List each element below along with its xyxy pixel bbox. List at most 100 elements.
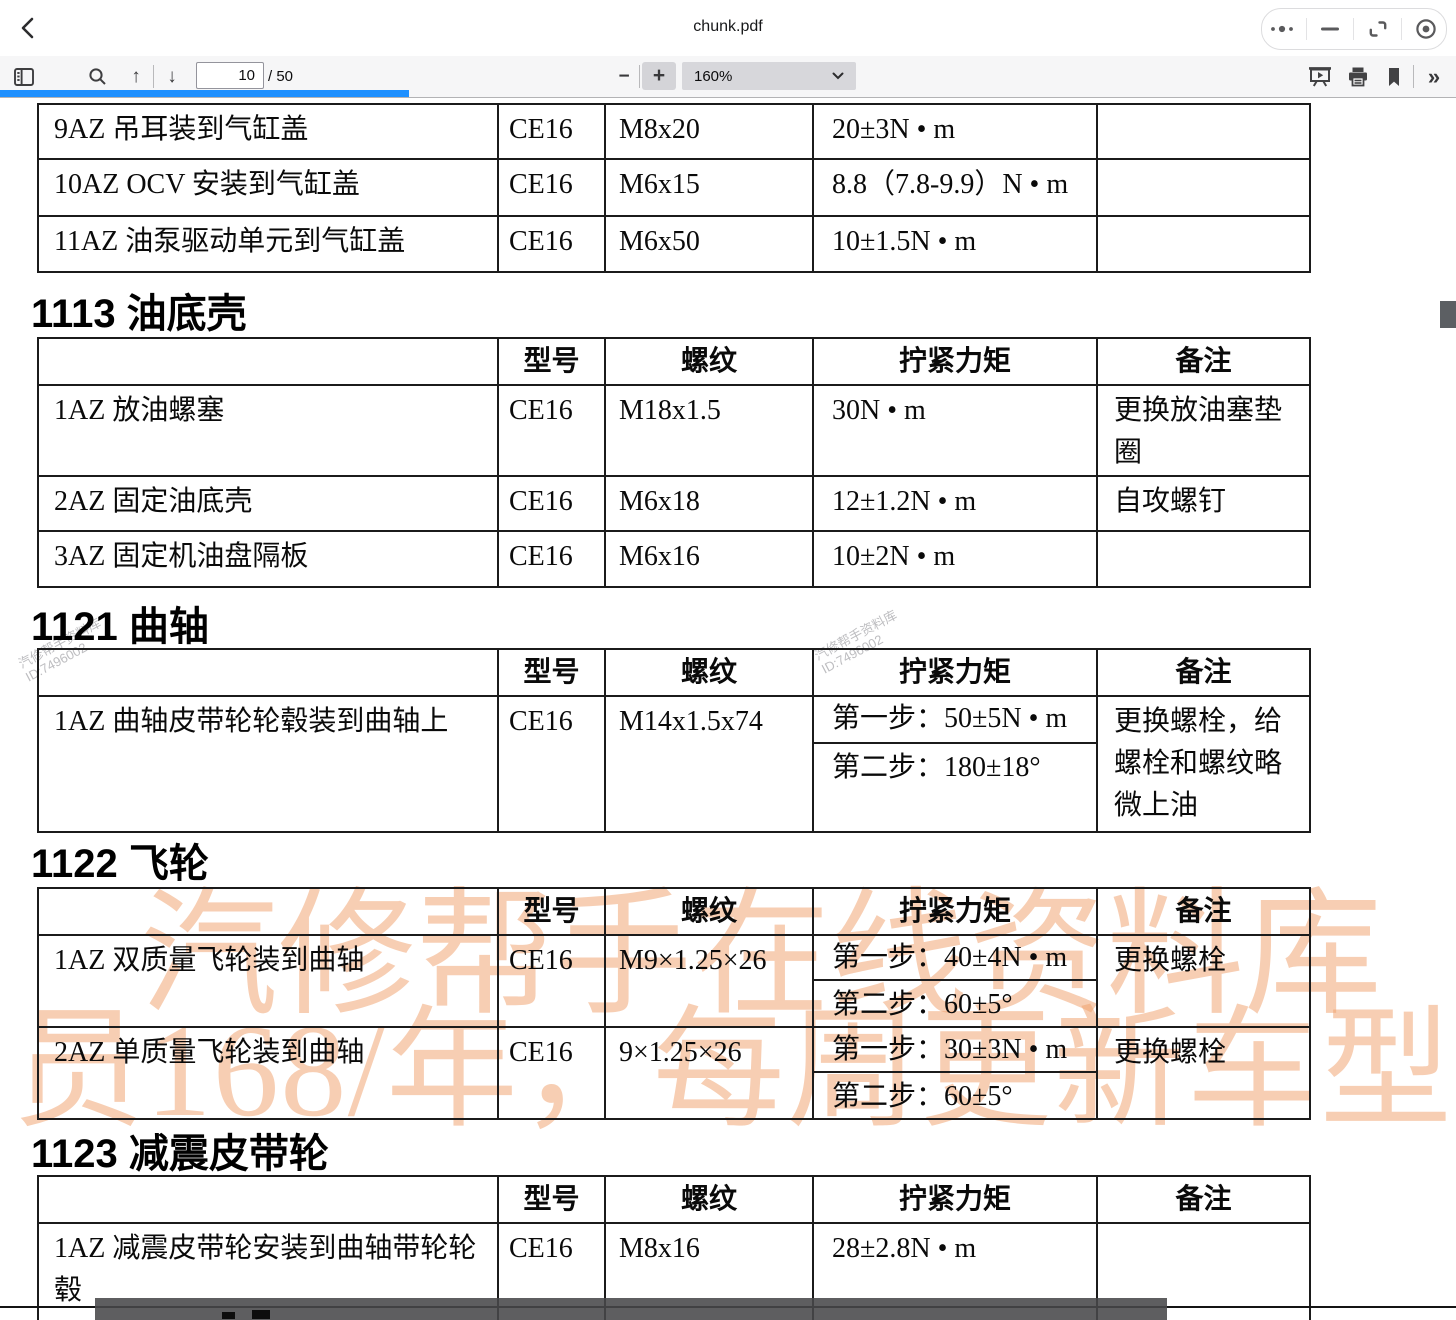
cell-model: CE16 bbox=[498, 696, 605, 832]
table-header-row: 型号螺纹拧紧力矩备注 bbox=[38, 338, 1310, 385]
pdf-page-canvas: 汽修帮手在线资料库 员168/年，每周更新车型 汽修帮手资料库 ID:74960… bbox=[0, 98, 1456, 1320]
column-header: 备注 bbox=[1097, 888, 1310, 935]
cell-thread: M6x18 bbox=[605, 476, 813, 531]
cell-torque: 10±1.5N • m bbox=[813, 216, 1097, 272]
table-row: 1AZ 曲轴皮带轮轮毂装到曲轴上CE16M14x1.5x74第一步：50±5N … bbox=[38, 696, 1310, 832]
column-header: 型号 bbox=[498, 888, 605, 935]
cell-model: CE16 bbox=[498, 476, 605, 531]
table-row: 2AZ 单质量飞轮装到曲轴CE169×1.25×26第一步：30±3N • m第… bbox=[38, 1027, 1310, 1119]
cell-torque: 12±1.2N • m bbox=[813, 476, 1097, 531]
cell-torque: 20±3N • m bbox=[813, 104, 1097, 159]
table-row: 9AZ 吊耳装到气缸盖CE16M8x2020±3N • m bbox=[38, 104, 1310, 159]
torque-spec-table: 型号螺纹拧紧力矩备注1AZ 双质量飞轮装到曲轴CE16M9×1.25×26第一步… bbox=[37, 887, 1311, 1120]
page-number-input[interactable] bbox=[196, 62, 264, 89]
column-header: 拧紧力矩 bbox=[813, 649, 1097, 696]
cell-description: 1AZ 双质量飞轮装到曲轴 bbox=[38, 935, 498, 1027]
toggle-sidebar-button[interactable] bbox=[10, 63, 38, 91]
previous-page-button[interactable]: ↑ bbox=[122, 63, 150, 91]
cell-note: 更换螺栓 bbox=[1097, 935, 1310, 1027]
double-chevron-icon: » bbox=[1428, 64, 1440, 90]
table-header-row: 型号螺纹拧紧力矩备注 bbox=[38, 649, 1310, 696]
cell-note bbox=[1097, 531, 1310, 587]
column-header: 螺纹 bbox=[605, 888, 813, 935]
loading-progress-bar bbox=[0, 90, 409, 97]
cell-note: 更换螺栓 bbox=[1097, 1027, 1310, 1119]
column-header: 螺纹 bbox=[605, 649, 813, 696]
document-title: chunk.pdf bbox=[0, 18, 1456, 36]
vertical-scrollbar-thumb[interactable] bbox=[1440, 301, 1456, 328]
minimize-button[interactable] bbox=[1313, 12, 1347, 46]
bookmark-icon bbox=[1384, 66, 1404, 88]
torque-spec-table: 型号螺纹拧紧力矩备注1AZ 放油螺塞CE16M18x1.530N • m更换放油… bbox=[37, 337, 1311, 588]
torque-step-1: 第一步：50±5N • m bbox=[814, 697, 1096, 744]
clipped-text-fragment bbox=[222, 1312, 235, 1319]
zoom-out-button[interactable]: − bbox=[610, 63, 638, 91]
bookmark-button[interactable] bbox=[1380, 63, 1408, 91]
next-page-button[interactable]: ↓ bbox=[158, 63, 186, 91]
restore-window-button[interactable] bbox=[1361, 12, 1395, 46]
column-header: 备注 bbox=[1097, 338, 1310, 385]
cell-thread: M6x15 bbox=[605, 159, 813, 216]
toolbar-divider bbox=[639, 65, 640, 88]
cell-note: 自攻螺钉 bbox=[1097, 476, 1310, 531]
section-heading: 1123 减震皮带轮 bbox=[31, 1121, 329, 1179]
header-blank-cell bbox=[38, 1176, 498, 1223]
cell-model: CE16 bbox=[498, 159, 605, 216]
cell-thread: M6x50 bbox=[605, 216, 813, 272]
table-row: 2AZ 固定油底壳CE16M6x1812±1.2N • m自攻螺钉 bbox=[38, 476, 1310, 531]
column-header: 拧紧力矩 bbox=[813, 1176, 1097, 1223]
torque-spec-table: 9AZ 吊耳装到气缸盖CE16M8x2020±3N • m10AZ OCV 安装… bbox=[37, 103, 1311, 273]
more-tools-button[interactable]: » bbox=[1420, 63, 1448, 91]
table-header-row: 型号螺纹拧紧力矩备注 bbox=[38, 888, 1310, 935]
target-button[interactable] bbox=[1409, 12, 1443, 46]
table-row: 11AZ 油泵驱动单元到气缸盖CE16M6x5010±1.5N • m bbox=[38, 216, 1310, 272]
torque-step-2: 第二步：60±5° bbox=[814, 1073, 1096, 1118]
cell-note bbox=[1097, 104, 1310, 159]
pill-divider bbox=[1401, 18, 1402, 40]
sidebar-icon bbox=[12, 65, 36, 89]
section-heading: 1122 飞轮 bbox=[31, 831, 209, 889]
find-button[interactable] bbox=[84, 63, 112, 91]
cell-description: 2AZ 单质量飞轮装到曲轴 bbox=[38, 1027, 498, 1119]
watermark-char: 型 bbox=[1320, 998, 1452, 1143]
search-icon bbox=[86, 65, 110, 89]
cell-note: 更换放油塞垫圈 bbox=[1097, 385, 1310, 476]
table-row: 10AZ OCV 安装到气缸盖CE16M6x158.8（7.8-9.9）N • … bbox=[38, 159, 1310, 216]
pill-divider bbox=[1353, 18, 1354, 40]
cell-torque: 第一步：30±3N • m第二步：60±5° bbox=[813, 1027, 1097, 1119]
table-row: 1AZ 双质量飞轮装到曲轴CE16M9×1.25×26第一步：40±4N • m… bbox=[38, 935, 1310, 1027]
cell-torque: 第一步：50±5N • m第二步：180±18° bbox=[813, 696, 1097, 832]
torque-step-2: 第二步：60±5° bbox=[814, 981, 1096, 1026]
cell-model: CE16 bbox=[498, 531, 605, 587]
pill-divider bbox=[1306, 18, 1307, 40]
column-header: 螺纹 bbox=[605, 1176, 813, 1223]
cell-torque: 第一步：40±4N • m第二步：60±5° bbox=[813, 935, 1097, 1027]
cell-thread: M18x1.5 bbox=[605, 385, 813, 476]
print-button[interactable] bbox=[1344, 63, 1372, 91]
cell-thread: M6x16 bbox=[605, 531, 813, 587]
zoom-in-button[interactable]: + bbox=[642, 62, 676, 90]
table-row: 3AZ 固定机油盘隔板CE16M6x1610±2N • m bbox=[38, 531, 1310, 587]
printer-icon bbox=[1346, 65, 1370, 89]
plus-icon: + bbox=[653, 64, 665, 88]
column-header: 备注 bbox=[1097, 1176, 1310, 1223]
pdf-toolbar: ↑ ↓ / 50 − + 160% bbox=[0, 56, 1456, 98]
column-header: 螺纹 bbox=[605, 338, 813, 385]
table-row: 1AZ 放油螺塞CE16M18x1.530N • m更换放油塞垫圈 bbox=[38, 385, 1310, 476]
cell-description: 3AZ 固定机油盘隔板 bbox=[38, 531, 498, 587]
restore-window-icon bbox=[1366, 17, 1390, 41]
cell-description: 9AZ 吊耳装到气缸盖 bbox=[38, 104, 498, 159]
three-dots-icon bbox=[1269, 24, 1295, 34]
cell-model: CE16 bbox=[498, 385, 605, 476]
column-header: 拧紧力矩 bbox=[813, 888, 1097, 935]
presentation-screen-icon bbox=[1307, 65, 1333, 89]
zoom-level-select[interactable]: 160% bbox=[682, 62, 856, 90]
cell-thread: 9×1.25×26 bbox=[605, 1027, 813, 1119]
torque-step-1: 第一步：30±3N • m bbox=[814, 1028, 1096, 1073]
cell-description: 1AZ 曲轴皮带轮轮毂装到曲轴上 bbox=[38, 696, 498, 832]
presentation-mode-button[interactable] bbox=[1306, 63, 1334, 91]
torque-step-1: 第一步：40±4N • m bbox=[814, 936, 1096, 981]
cell-torque: 10±2N • m bbox=[813, 531, 1097, 587]
cell-note bbox=[1097, 216, 1310, 272]
more-menu-button[interactable] bbox=[1265, 12, 1299, 46]
